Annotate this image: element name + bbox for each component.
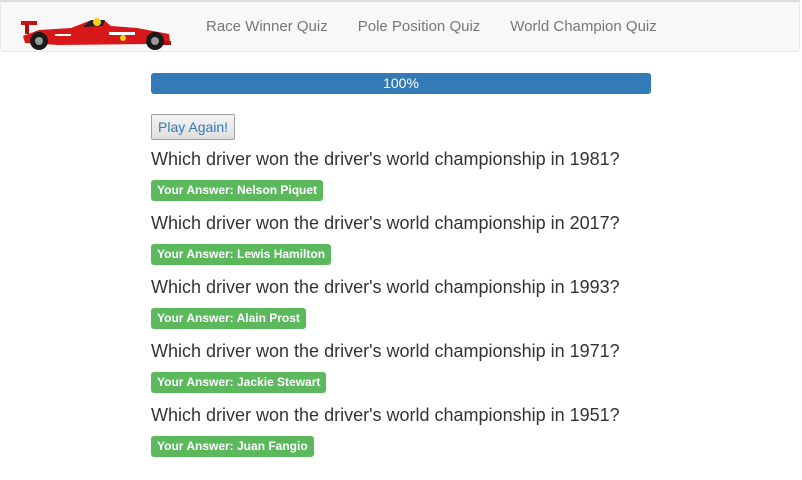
question-text: Which driver won the driver's world cham… [151,405,620,425]
answer-badge: Your Answer: Alain Prost [151,308,306,329]
nav-race-winner-quiz[interactable]: Race Winner Quiz [191,2,343,52]
question-text: Which driver won the driver's world cham… [151,149,620,169]
nav-links: Race Winner Quiz Pole Position Quiz Worl… [191,2,672,52]
nav-pole-position-quiz[interactable]: Pole Position Quiz [343,2,496,52]
answer-badge: Your Answer: Juan Fangio [151,436,314,457]
question-item: Which driver won the driver's world cham… [151,339,651,403]
quiz-results: 100% Play Again! Which driver won the dr… [151,73,651,467]
question-item: Which driver won the driver's world cham… [151,211,651,275]
question-text: Which driver won the driver's world cham… [151,341,620,361]
question-list: Which driver won the driver's world cham… [151,147,651,467]
progress-fill: 100% [151,73,651,94]
play-again-button[interactable]: Play Again! [151,114,236,140]
progress-bar: 100% [151,73,651,94]
answer-badge: Your Answer: Lewis Hamilton [151,244,332,265]
navbar: Race Winner Quiz Pole Position Quiz Worl… [0,0,800,52]
question-text: Which driver won the driver's world cham… [151,213,620,233]
question-item: Which driver won the driver's world cham… [151,403,651,467]
f1-car-logo[interactable] [19,12,173,52]
question-item: Which driver won the driver's world cham… [151,147,651,211]
answer-badge: Your Answer: Nelson Piquet [151,180,324,201]
answer-badge: Your Answer: Jackie Stewart [151,372,327,393]
question-item: Which driver won the driver's world cham… [151,275,651,339]
race-car-icon [21,18,171,50]
question-text: Which driver won the driver's world cham… [151,277,620,297]
nav-world-champion-quiz[interactable]: World Champion Quiz [495,2,671,52]
